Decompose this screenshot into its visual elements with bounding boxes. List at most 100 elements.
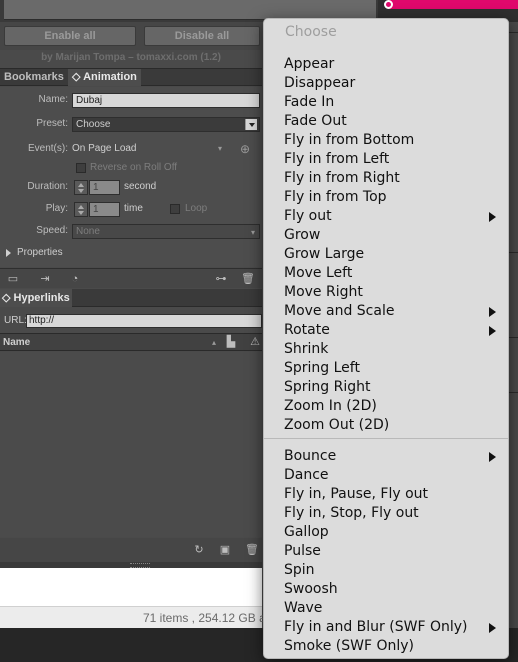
menu-item-disappear[interactable]: Disappear	[264, 74, 508, 93]
motion-path-icon[interactable]: ⊶	[210, 272, 232, 286]
duration-label: Duration:	[27, 181, 68, 192]
chevron-down-icon[interactable]: ▾	[218, 144, 222, 153]
menu-item-fade-in[interactable]: Fade In	[264, 93, 508, 112]
menu-item-fly-in-from-left[interactable]: Fly in from Left	[264, 150, 508, 169]
menu-item-smoke-swf-only[interactable]: Smoke (SWF Only)	[264, 637, 508, 656]
menu-item-zoom-in-2d[interactable]: Zoom In (2D)	[264, 397, 508, 416]
menu-item-move-left[interactable]: Move Left	[264, 264, 508, 283]
color-gradient-bar[interactable]	[388, 0, 518, 9]
menu-item-bounce[interactable]: Bounce	[264, 447, 508, 466]
timing-icon[interactable]: ◔	[68, 272, 82, 286]
tab-bookmarks[interactable]: Bookmarks	[0, 69, 69, 86]
menu-item-grow-large[interactable]: Grow Large	[264, 245, 508, 264]
sort-up-icon[interactable]: ▴	[212, 338, 216, 347]
name-field[interactable]: Dubaj	[72, 93, 260, 108]
finder-status-text: 71 items , 254.12 GB a	[143, 611, 266, 625]
new-hyperlink-icon[interactable]: ▣	[218, 543, 232, 557]
menu-item-fly-in-from-bottom[interactable]: Fly in from Bottom	[264, 131, 508, 150]
menu-item-rotate[interactable]: Rotate	[264, 321, 508, 340]
url-row: URL: http://	[0, 312, 262, 330]
speed-select[interactable]: None ▾	[72, 224, 260, 239]
events-select[interactable]: On Page Load	[72, 143, 137, 154]
menu-item-pulse[interactable]: Pulse	[264, 542, 508, 561]
tab-animation[interactable]: ◇ Animation	[68, 69, 141, 86]
menu-item-fly-out[interactable]: Fly out	[264, 207, 508, 226]
loop-checkbox[interactable]	[170, 204, 180, 214]
menu-item-spring-right[interactable]: Spring Right	[264, 378, 508, 397]
preview-icon[interactable]: ▭	[6, 272, 20, 286]
submenu-arrow-icon	[489, 452, 496, 462]
menu-item-spin[interactable]: Spin	[264, 561, 508, 580]
menu-header: Choose	[285, 24, 337, 40]
menu-item-grow[interactable]: Grow	[264, 226, 508, 245]
loop-label: Loop	[185, 203, 208, 214]
trash-icon[interactable]: 🗑	[245, 543, 259, 557]
preset-row: Preset: Choose	[0, 116, 262, 134]
menu-item-swoosh[interactable]: Swoosh	[264, 580, 508, 599]
tab-hyperlinks[interactable]: ◇ Hyperlinks	[0, 289, 72, 307]
menu-item-label: Grow	[284, 227, 321, 243]
menu-item-shrink[interactable]: Shrink	[264, 340, 508, 359]
menu-item-label: Rotate	[284, 322, 330, 338]
menu-item-label: Fly in and Blur (SWF Only)	[284, 619, 468, 635]
menu-item-label: Wave	[284, 600, 323, 616]
color-picker-handle[interactable]	[384, 0, 393, 9]
menu-item-gallop[interactable]: Gallop	[264, 523, 508, 542]
enable-all-button[interactable]: Enable all	[4, 26, 136, 46]
menu-item-zoom-out-2d[interactable]: Zoom Out (2D)	[264, 416, 508, 435]
menu-item-label: Fly in from Top	[284, 189, 387, 205]
play-field[interactable]: 1	[89, 202, 120, 217]
menu-item-fly-in-from-top[interactable]: Fly in from Top	[264, 188, 508, 207]
warning-icon[interactable]: ⚠	[248, 335, 262, 349]
properties-disclosure[interactable]: Properties	[0, 245, 262, 261]
menu-item-label: Pulse	[284, 543, 321, 559]
duration-stepper[interactable]	[74, 180, 88, 195]
menu-item-move-and-scale[interactable]: Move and Scale	[264, 302, 508, 321]
menu-item-label: Shrink	[284, 341, 329, 357]
disable-all-button[interactable]: Disable all	[144, 26, 260, 46]
menu-item-label: Dance	[284, 467, 329, 483]
menu-item-label: Fly in, Stop, Fly out	[284, 505, 419, 521]
convert-icon[interactable]: ⇥	[38, 272, 52, 286]
menu-item-fly-in-stop-fly-out[interactable]: Fly in, Stop, Fly out	[264, 504, 508, 523]
menu-item-fly-in-and-blur-swf-only[interactable]: Fly in and Blur (SWF Only)	[264, 618, 508, 637]
menu-item-fly-in-from-right[interactable]: Fly in from Right	[264, 169, 508, 188]
speed-value: None	[76, 226, 100, 237]
events-row: Event(s): On Page Load ▾ ⊕	[0, 141, 262, 159]
submenu-arrow-icon	[489, 623, 496, 633]
menu-item-label: Appear	[284, 56, 335, 72]
menu-item-fly-in-pause-fly-out[interactable]: Fly in, Pause, Fly out	[264, 485, 508, 504]
menu-item-appear[interactable]: Appear	[264, 55, 508, 74]
menu-item-dance[interactable]: Dance	[264, 466, 508, 485]
submenu-arrow-icon	[489, 212, 496, 222]
play-stepper[interactable]	[74, 202, 88, 217]
column-name[interactable]: Name	[3, 337, 30, 348]
page-icon[interactable]: ▙	[224, 335, 238, 349]
menu-item-spring-left[interactable]: Spring Left	[264, 359, 508, 378]
submenu-arrow-icon	[489, 307, 496, 317]
trash-icon[interactable]: 🗑	[241, 272, 255, 286]
menu-item-label: Grow Large	[284, 246, 365, 262]
menu-item-wave[interactable]: Wave	[264, 599, 508, 618]
reverse-row: Reverse on Roll Off	[0, 160, 262, 178]
add-event-icon[interactable]: ⊕	[240, 142, 250, 156]
menu-item-fade-out[interactable]: Fade Out	[264, 112, 508, 131]
url-field[interactable]: http://	[26, 314, 262, 328]
menu-item-label: Fly in from Right	[284, 170, 400, 186]
reverse-checkbox[interactable]	[76, 163, 86, 173]
right-panel-edge	[508, 22, 518, 628]
hyperlinks-list[interactable]	[0, 352, 262, 537]
menu-item-label: Gallop	[284, 524, 329, 540]
menu-item-label: Fly in from Left	[284, 151, 390, 167]
menu-item-move-right[interactable]: Move Right	[264, 283, 508, 302]
duration-field[interactable]: 1	[89, 180, 120, 195]
menu-item-label: Swoosh	[284, 581, 338, 597]
panel-tabbar: Bookmarks ◇ Animation	[0, 68, 262, 86]
refresh-icon[interactable]: ↻	[192, 543, 206, 557]
properties-label: Properties	[17, 247, 63, 258]
submenu-arrow-icon	[489, 326, 496, 336]
menu-item-label: Fly out	[284, 208, 332, 224]
menu-separator	[264, 438, 508, 439]
preset-select[interactable]: Choose	[72, 117, 260, 132]
menu-item-label: Move Left	[284, 265, 353, 281]
